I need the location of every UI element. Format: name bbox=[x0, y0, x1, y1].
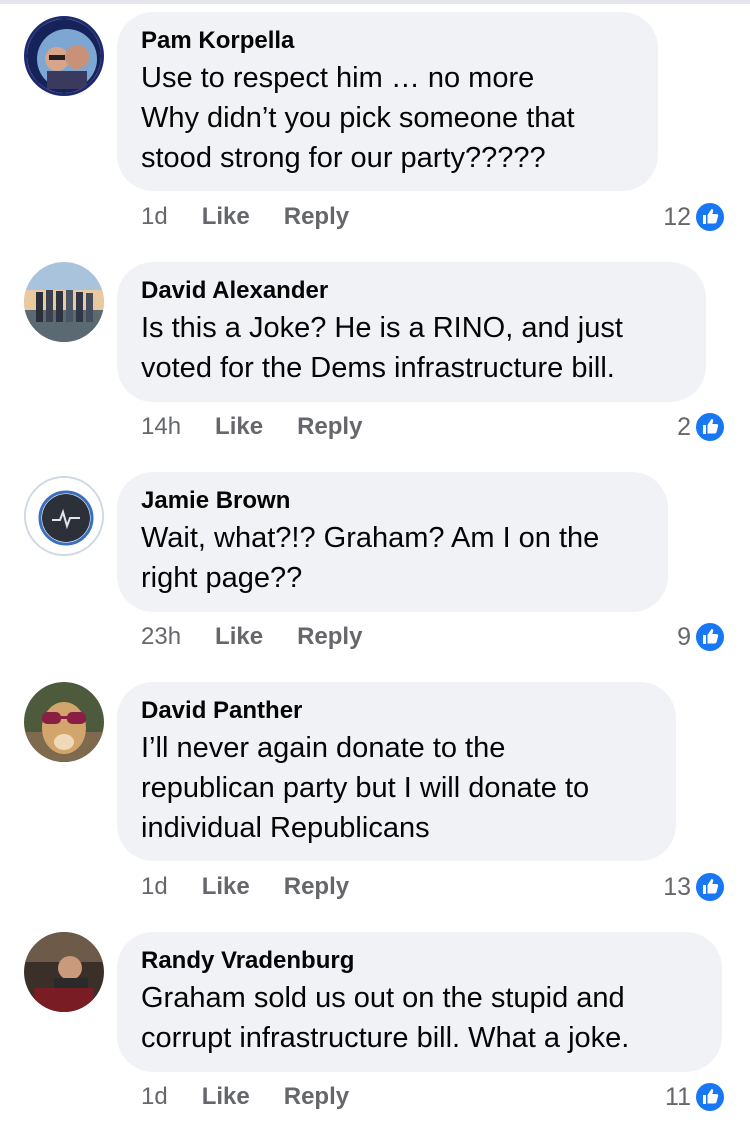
avatar[interactable] bbox=[24, 932, 104, 1012]
avatar[interactable] bbox=[24, 682, 104, 762]
reaction-summary[interactable]: 9 bbox=[677, 620, 726, 654]
reaction-summary[interactable]: 11 bbox=[665, 1080, 726, 1114]
comment-bubble: Jamie Brown Wait, what?!? Graham? Am I o… bbox=[117, 472, 668, 612]
avatar-image bbox=[24, 932, 104, 1012]
avatar-image bbox=[24, 262, 104, 342]
comment-timestamp[interactable]: 1d bbox=[141, 873, 168, 901]
top-divider bbox=[0, 0, 750, 4]
like-button[interactable]: Like bbox=[215, 413, 263, 441]
like-thumbs-up-icon bbox=[694, 411, 726, 443]
comment-meta: 1d Like Reply bbox=[141, 1080, 349, 1114]
comment-timestamp[interactable]: 1d bbox=[141, 203, 168, 231]
like-button[interactable]: Like bbox=[202, 1083, 250, 1111]
reaction-count: 13 bbox=[663, 872, 691, 901]
comment-text: Is this a Joke? He is a RINO, and just v… bbox=[141, 312, 623, 384]
reply-button[interactable]: Reply bbox=[284, 1083, 349, 1111]
comment-timestamp[interactable]: 23h bbox=[141, 623, 181, 651]
reaction-summary[interactable]: 12 bbox=[663, 200, 726, 234]
avatar[interactable] bbox=[24, 262, 104, 342]
comment-bubble: David Panther I’ll never again donate to… bbox=[117, 682, 676, 861]
like-button[interactable]: Like bbox=[202, 203, 250, 231]
comment-text: Use to respect him … no more Why didn’t … bbox=[141, 62, 575, 174]
comment-meta: 1d Like Reply bbox=[141, 200, 349, 234]
comment-author[interactable]: Jamie Brown bbox=[141, 486, 644, 516]
reaction-count: 12 bbox=[663, 202, 691, 231]
avatar-image bbox=[27, 19, 101, 93]
comment-author[interactable]: Randy Vradenburg bbox=[141, 946, 698, 976]
comment-bubble: Randy Vradenburg Graham sold us out on t… bbox=[117, 932, 722, 1072]
reaction-count: 11 bbox=[665, 1082, 691, 1111]
reaction-summary[interactable]: 2 bbox=[677, 410, 726, 444]
reply-button[interactable]: Reply bbox=[297, 623, 362, 651]
reply-button[interactable]: Reply bbox=[297, 413, 362, 441]
comment-bubble: Pam Korpella Use to respect him … no mor… bbox=[117, 12, 658, 191]
comment-meta: 23h Like Reply bbox=[141, 620, 362, 654]
reaction-count: 9 bbox=[677, 622, 691, 651]
reply-button[interactable]: Reply bbox=[284, 873, 349, 901]
avatar[interactable] bbox=[24, 476, 104, 556]
like-thumbs-up-icon bbox=[694, 201, 726, 233]
comment-author[interactable]: David Panther bbox=[141, 696, 652, 726]
comment-timestamp[interactable]: 14h bbox=[141, 413, 181, 441]
reply-button[interactable]: Reply bbox=[284, 203, 349, 231]
reaction-summary[interactable]: 13 bbox=[663, 870, 726, 904]
like-thumbs-up-icon bbox=[694, 1081, 726, 1113]
comment-author[interactable]: Pam Korpella bbox=[141, 26, 634, 56]
avatar-image bbox=[26, 478, 102, 554]
avatar-image bbox=[24, 682, 104, 762]
like-thumbs-up-icon bbox=[694, 621, 726, 653]
comment-author[interactable]: David Alexander bbox=[141, 276, 682, 306]
comment-bubble: David Alexander Is this a Joke? He is a … bbox=[117, 262, 706, 402]
like-button[interactable]: Like bbox=[202, 873, 250, 901]
comment-text: Graham sold us out on the stupid and cor… bbox=[141, 982, 630, 1054]
reaction-count: 2 bbox=[677, 412, 691, 441]
comment-text: I’ll never again donate to the republica… bbox=[141, 732, 590, 844]
comment-meta: 1d Like Reply bbox=[141, 870, 349, 904]
avatar[interactable] bbox=[24, 16, 104, 96]
like-button[interactable]: Like bbox=[215, 623, 263, 651]
like-thumbs-up-icon bbox=[694, 871, 726, 903]
comment-text: Wait, what?!? Graham? Am I on the right … bbox=[141, 522, 600, 594]
comment-timestamp[interactable]: 1d bbox=[141, 1083, 168, 1111]
comment-meta: 14h Like Reply bbox=[141, 410, 362, 444]
